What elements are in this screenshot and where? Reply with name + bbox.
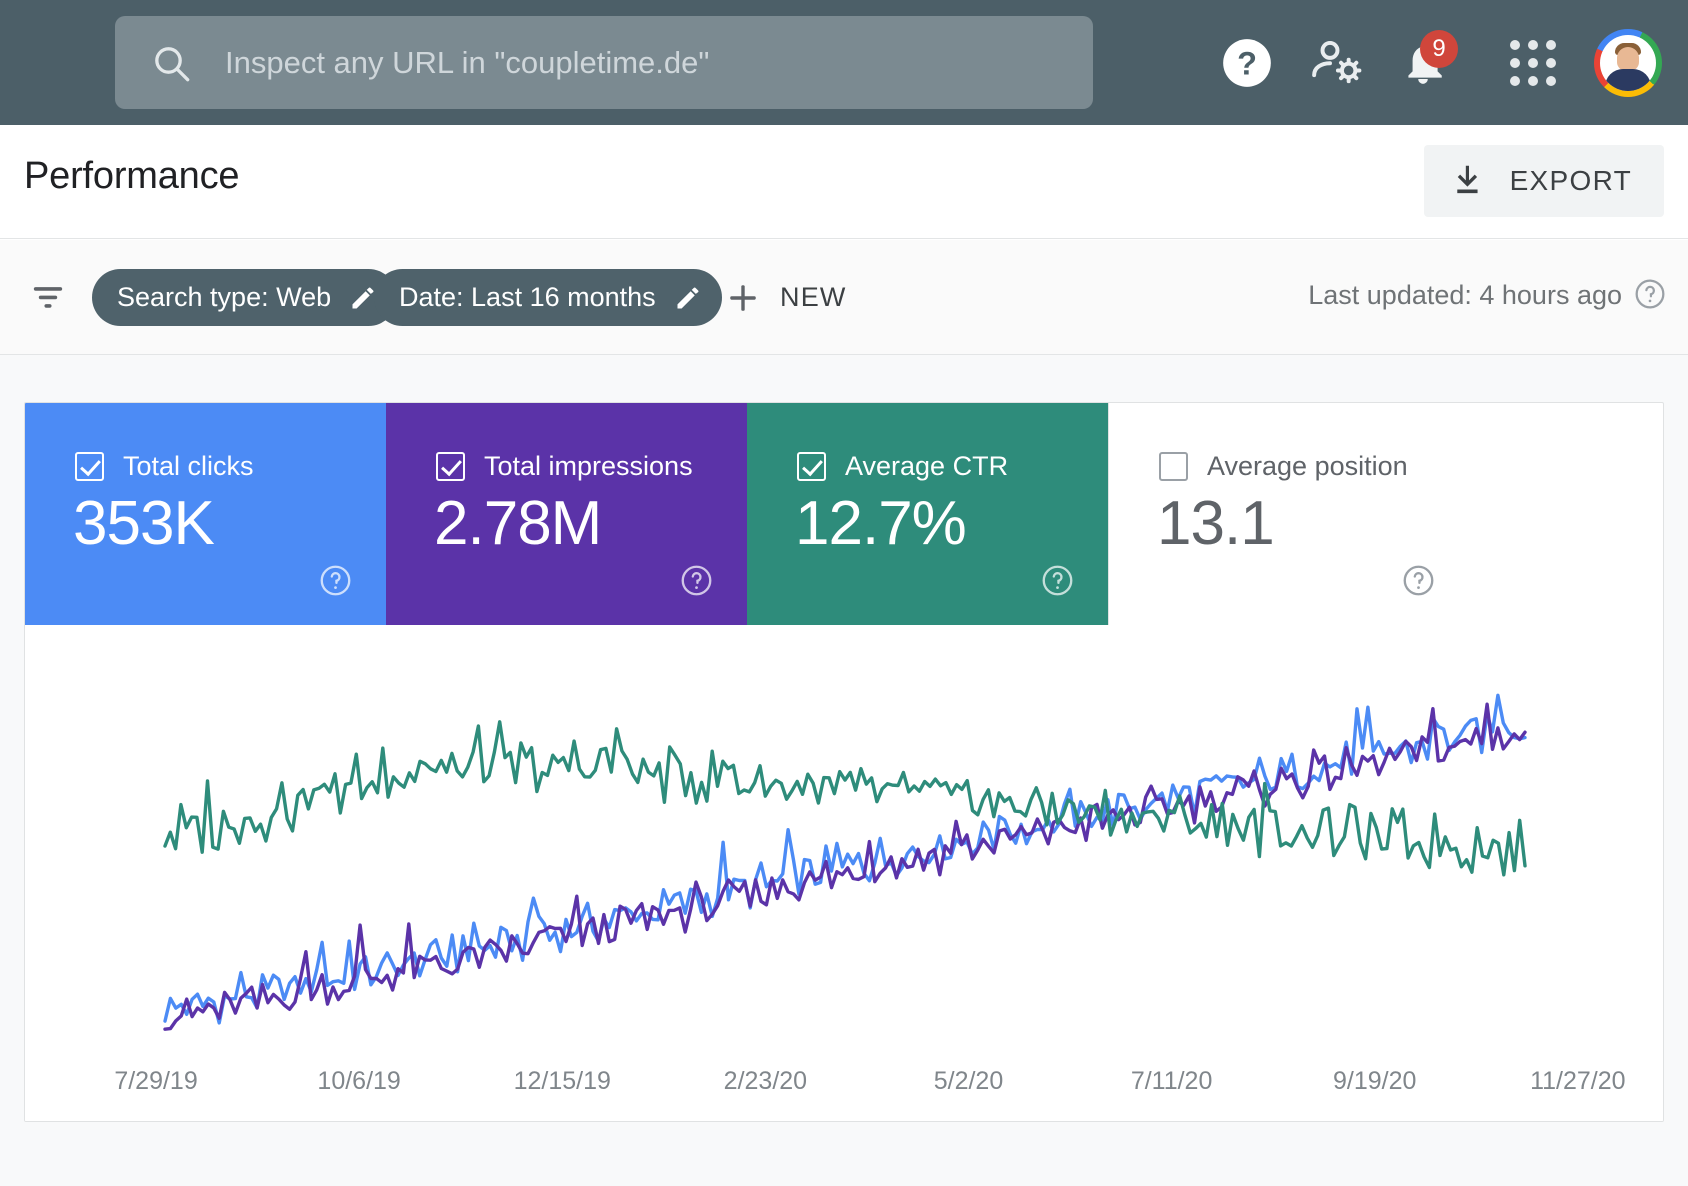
chart-series-average-ctr xyxy=(165,722,1525,875)
plus-icon xyxy=(726,281,760,315)
metric-average-position-value: 13.1 xyxy=(1157,489,1275,558)
search-input[interactable] xyxy=(225,44,1045,81)
x-axis-tick-label: 11/27/20 xyxy=(1530,1067,1626,1095)
download-icon xyxy=(1450,161,1488,202)
account-avatar[interactable] xyxy=(1594,28,1662,97)
help-circle-icon[interactable] xyxy=(680,564,713,597)
pencil-icon xyxy=(674,284,702,312)
last-updated-text: Last updated: 4 hours ago xyxy=(1308,280,1622,310)
new-filter-label: NEW xyxy=(780,282,847,312)
help-circle-icon[interactable] xyxy=(319,564,352,597)
help-circle-icon[interactable] xyxy=(1041,564,1074,597)
metric-total-clicks-value: 353K xyxy=(73,489,215,558)
main-content: Total clicks 353K Total impressions 2.78M Av… xyxy=(0,355,1688,1186)
notification-badge: 9 xyxy=(1420,29,1458,68)
url-inspect-search-box[interactable] xyxy=(115,16,1093,109)
x-axis-tick-label: 10/6/19 xyxy=(317,1067,401,1095)
filter-list-icon[interactable] xyxy=(30,280,66,314)
chip-search-type-label: Search type: Web xyxy=(117,282,332,312)
metric-tiles: Total clicks 353K Total impressions 2.78M Av… xyxy=(25,403,1469,625)
top-header-bar: ? xyxy=(0,0,1688,125)
header-icon-group: ? 9 xyxy=(1216,0,1688,125)
performance-chart[interactable]: 7/29/19 10/6/19 12/15/19 2/23/20 5/2/20 7/11/… xyxy=(25,625,1663,1121)
chart-plot-area xyxy=(25,625,1663,1055)
x-axis-tick-label: 2/23/20 xyxy=(723,1067,808,1095)
metric-total-impressions-checkbox[interactable] xyxy=(436,452,465,481)
x-axis-tick-label: 12/15/19 xyxy=(513,1067,611,1095)
metric-total-clicks-checkbox[interactable] xyxy=(75,452,104,481)
x-axis-tick-label: 5/2/20 xyxy=(933,1067,1004,1095)
help-circle-icon[interactable] xyxy=(1634,278,1666,310)
user-settings-icon[interactable] xyxy=(1306,32,1368,94)
x-axis-tick-label: 7/29/19 xyxy=(114,1067,198,1095)
x-axis-tick-label: 9/19/20 xyxy=(1332,1067,1417,1095)
export-button[interactable]: EXPORT xyxy=(1423,145,1664,217)
search-icon xyxy=(151,43,191,83)
metric-average-position-label: Average position xyxy=(1207,451,1408,481)
chip-date-range[interactable]: Date: Last 16 months xyxy=(374,269,722,326)
filter-bar: Search type: Web Date: Last 16 months NE… xyxy=(0,240,1688,355)
svg-text:?: ? xyxy=(1237,45,1257,81)
export-button-label: EXPORT xyxy=(1509,165,1632,196)
performance-card: Total clicks 353K Total impressions 2.78M Av… xyxy=(24,402,1664,1122)
apps-grid-dots xyxy=(1510,39,1556,86)
metric-average-ctr-checkbox[interactable] xyxy=(797,452,826,481)
chip-search-type[interactable]: Search type: Web xyxy=(92,269,398,326)
metric-average-position-header: Average position xyxy=(1159,451,1408,482)
page-title-bar: Performance EXPORT xyxy=(0,125,1688,239)
help-circle-icon[interactable] xyxy=(1402,564,1435,597)
metric-total-impressions-header: Total impressions xyxy=(436,451,693,482)
metric-total-clicks-label: Total clicks xyxy=(123,451,254,481)
page-title: Performance xyxy=(24,155,240,197)
new-filter-button[interactable]: NEW xyxy=(712,269,861,326)
metric-average-ctr-value: 12.7% xyxy=(795,489,967,558)
metric-average-position[interactable]: Average position 13.1 xyxy=(1108,403,1469,625)
metric-average-position-checkbox[interactable] xyxy=(1159,452,1188,481)
metric-total-clicks[interactable]: Total clicks 353K xyxy=(25,403,386,625)
help-icon[interactable]: ? xyxy=(1216,32,1278,94)
metric-total-impressions-label: Total impressions xyxy=(484,451,693,481)
metric-average-ctr-header: Average CTR xyxy=(797,451,1008,482)
google-apps-grid-icon[interactable] xyxy=(1502,32,1564,94)
x-axis-tick-label: 7/11/20 xyxy=(1130,1067,1213,1095)
metric-average-ctr-label: Average CTR xyxy=(845,451,1009,481)
metric-total-impressions-value: 2.78M xyxy=(434,489,602,558)
avatar-photo xyxy=(1600,34,1656,91)
metric-total-clicks-header: Total clicks xyxy=(75,451,254,482)
metric-average-ctr[interactable]: Average CTR 12.7% xyxy=(747,403,1108,625)
notifications-bell-icon[interactable]: 9 xyxy=(1392,29,1458,94)
metric-total-impressions[interactable]: Total impressions 2.78M xyxy=(386,403,747,625)
pencil-icon xyxy=(349,284,377,312)
chart-x-axis: 7/29/19 10/6/19 12/15/19 2/23/20 5/2/20 7/11/… xyxy=(25,1067,1663,1103)
chip-date-range-label: Date: Last 16 months xyxy=(399,282,656,312)
